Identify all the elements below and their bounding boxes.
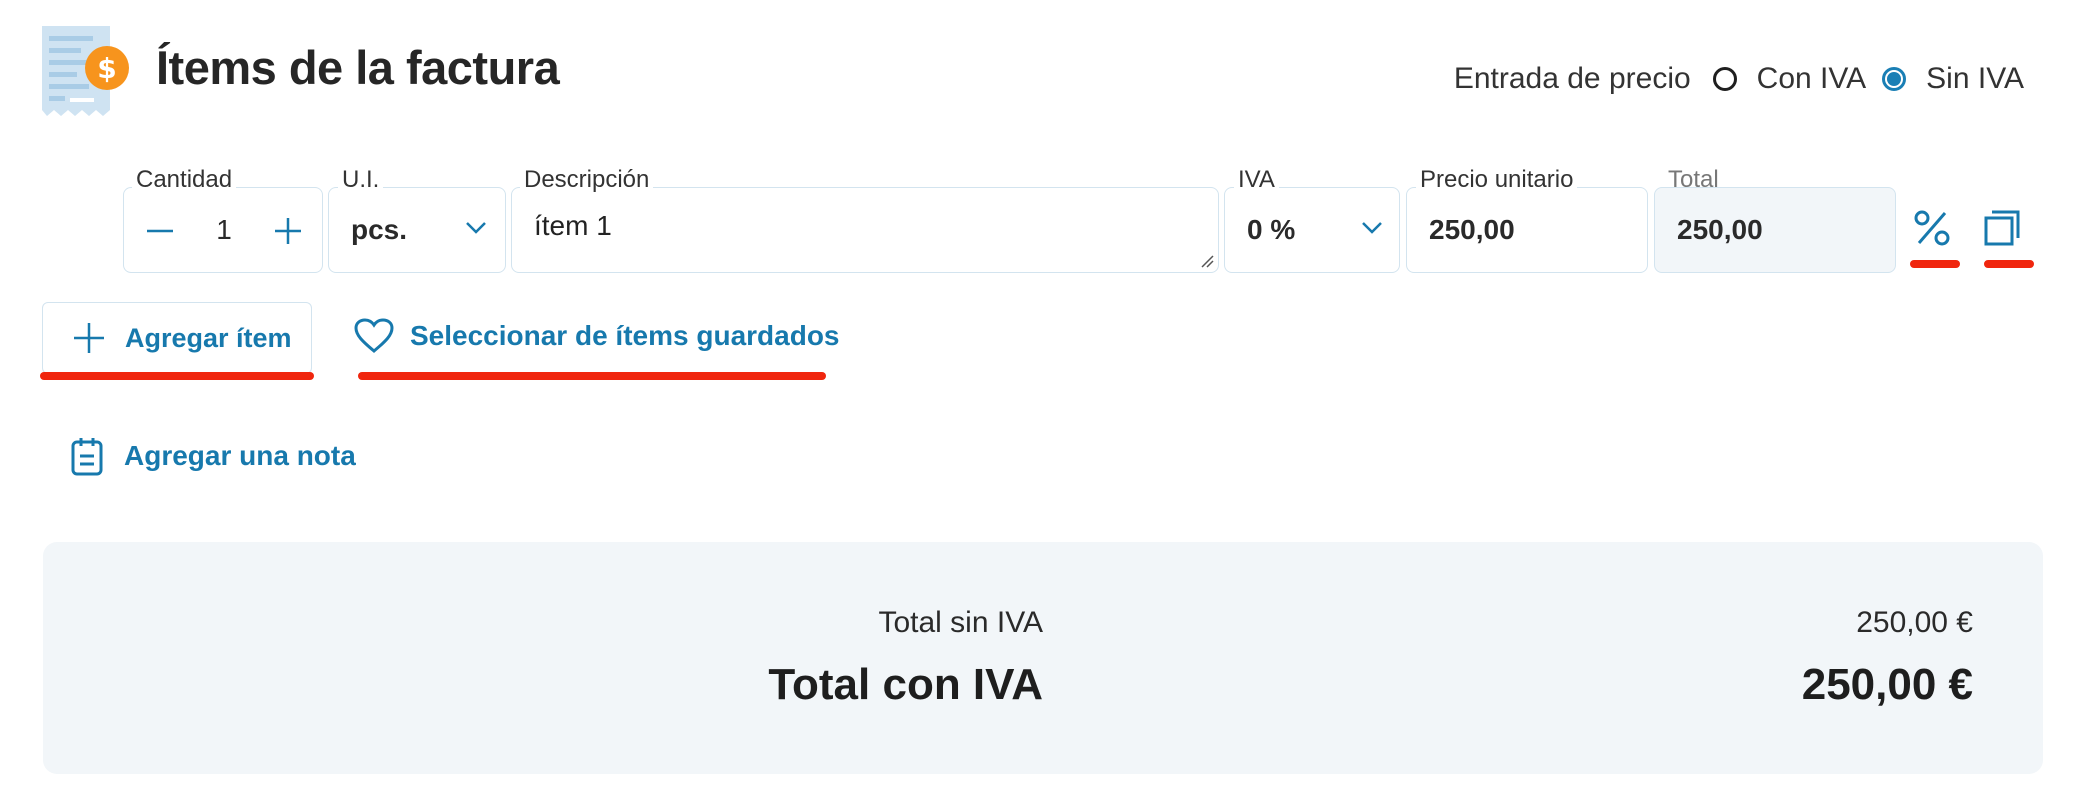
total-field: 250,00 <box>1654 187 1896 273</box>
page-title: Ítems de la factura <box>156 41 560 94</box>
radio-con-iva-label[interactable]: Con IVA <box>1757 62 1867 96</box>
unit-label: U.I. <box>338 166 384 194</box>
svg-text:$: $ <box>97 52 116 85</box>
resize-handle-icon[interactable] <box>1200 254 1214 268</box>
total-value: 250,00 <box>1677 214 1763 245</box>
unit-price-value: 250,00 <box>1429 214 1515 245</box>
radio-sin-iva-label[interactable]: Sin IVA <box>1926 62 2024 96</box>
description-value: ítem 1 <box>534 210 612 241</box>
add-note-button[interactable]: Agregar una nota <box>70 436 356 476</box>
add-note-label: Agregar una nota <box>124 440 356 471</box>
chevron-down-icon <box>1361 221 1383 240</box>
annotation-underline <box>1910 260 1960 268</box>
unit-price-label: Precio unitario <box>1416 166 1578 194</box>
select-saved-items-button[interactable]: Seleccionar de ítems guardados <box>354 318 840 354</box>
vat-label: IVA <box>1234 166 1279 194</box>
price-entry-toggle: Entrada de precio Con IVA Sin IVA <box>1454 62 2024 96</box>
add-item-button[interactable]: Agregar ítem <box>42 302 312 374</box>
quantity-label: Cantidad <box>132 166 237 194</box>
unit-select[interactable]: pcs. <box>328 187 506 273</box>
description-field[interactable]: ítem 1 <box>511 187 1219 273</box>
radio-con-iva[interactable] <box>1712 67 1737 91</box>
annotation-underline <box>1984 260 2034 268</box>
select-saved-items-label: Seleccionar de ítems guardados <box>410 320 840 351</box>
vat-value: 0 % <box>1247 214 1296 245</box>
percent-icon[interactable] <box>1912 208 1952 248</box>
description-label: Descripción <box>520 166 654 194</box>
add-item-label: Agregar ítem <box>125 322 292 353</box>
invoice-dollar-icon: $ <box>40 24 132 120</box>
chevron-down-icon <box>465 221 487 240</box>
unit-price-field[interactable]: 250,00 <box>1406 187 1648 273</box>
annotation-underline <box>358 372 826 380</box>
total-with-vat-value: 250,00 € <box>1801 660 1973 709</box>
price-entry-label: Entrada de precio <box>1453 62 1691 95</box>
vat-select[interactable]: 0 % <box>1224 187 1400 273</box>
copy-icon[interactable] <box>1982 208 2022 248</box>
notepad-icon <box>70 436 104 476</box>
heart-icon <box>354 318 394 354</box>
total-label: Total <box>1668 166 1719 193</box>
plus-icon <box>73 322 105 354</box>
plus-icon[interactable] <box>274 217 302 250</box>
unit-value: pcs. <box>351 214 408 245</box>
total-with-vat-label: Total con IVA <box>768 660 1043 709</box>
radio-sin-iva[interactable] <box>1882 67 1907 91</box>
total-without-vat-value: 250,00 € <box>1856 606 1973 639</box>
annotation-underline <box>40 372 314 380</box>
quantity-stepper: 1 <box>123 187 323 273</box>
total-without-vat-label: Total sin IVA <box>878 606 1043 639</box>
totals-panel: Total sin IVA 250,00 € Total con IVA 250… <box>43 542 2043 774</box>
